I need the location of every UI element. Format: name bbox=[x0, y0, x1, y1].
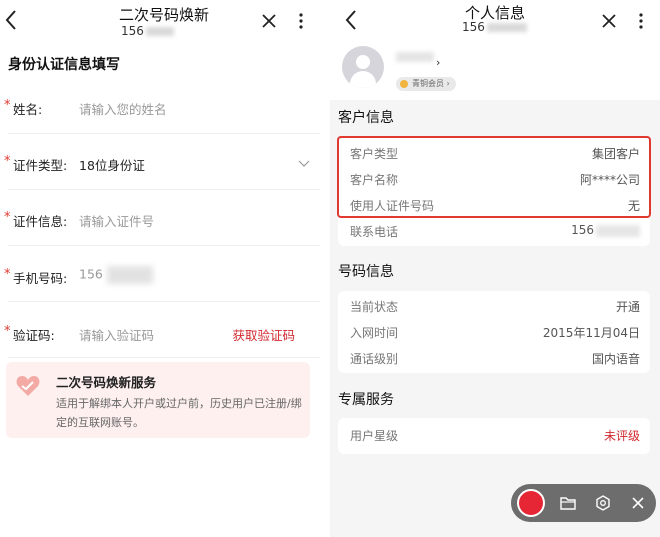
folder-icon[interactable] bbox=[559, 494, 577, 512]
required-mark: * bbox=[4, 154, 11, 169]
left-topbar: 二次号码焕新 156 bbox=[0, 0, 328, 40]
exclusive-section-title: 专属服务 bbox=[338, 392, 394, 408]
chevron-down-icon[interactable] bbox=[298, 160, 310, 168]
required-mark: * bbox=[4, 98, 11, 113]
id-type-select[interactable]: 18位身份证 bbox=[79, 155, 145, 174]
code-row[interactable]: * 验证码: 请输入验证码 获取验证码 bbox=[0, 302, 328, 358]
phone-label: 手机号码: bbox=[13, 271, 68, 286]
number-info-card: 当前状态 开通 入网时间 2015年11月04日 通话级别 国内语音 bbox=[338, 291, 650, 373]
settings-icon[interactable] bbox=[594, 494, 612, 512]
service-description: 适用于解绑本人开户或过户前，历史用户已注册/绑定的互联网账号。 bbox=[56, 397, 302, 429]
member-badge[interactable]: 青铜会员 › bbox=[396, 77, 456, 91]
left-screen: 二次号码焕新 156 身份认证信息填写 * 姓名: 请输入您的姓名 * 证件类型… bbox=[0, 0, 328, 537]
service-card[interactable]: 二次号码焕新服务 适用于解绑本人开户或过户前，历史用户已注册/绑定的互联网账号。 bbox=[6, 362, 310, 438]
id-number-input[interactable]: 请输入证件号 bbox=[79, 211, 154, 230]
avatar-icon[interactable] bbox=[342, 46, 384, 88]
get-code-button[interactable]: 获取验证码 bbox=[232, 325, 295, 344]
page-subtitle: 156 bbox=[462, 20, 527, 34]
code-label: 验证码: bbox=[13, 328, 55, 343]
id-type-label: 证件类型: bbox=[13, 158, 68, 173]
name-input[interactable]: 请输入您的姓名 bbox=[79, 99, 167, 118]
page-title: 二次号码焕新 bbox=[118, 6, 209, 24]
section-heading: 身份认证信息填写 bbox=[8, 57, 120, 73]
info-row: 当前状态 开通 bbox=[350, 300, 640, 314]
record-icon[interactable] bbox=[517, 489, 545, 517]
screen-record-toolbar[interactable] bbox=[511, 484, 656, 522]
number-section-title: 号码信息 bbox=[338, 264, 394, 280]
required-mark: * bbox=[4, 210, 11, 225]
service-heart-icon bbox=[16, 376, 40, 396]
id-number-label: 证件信息: bbox=[13, 214, 68, 229]
profile-section[interactable]: › 青铜会员 › bbox=[330, 40, 660, 98]
required-mark: * bbox=[4, 267, 11, 282]
divider bbox=[8, 357, 320, 358]
medal-icon bbox=[400, 80, 408, 88]
info-row: 用户星级 未评级 bbox=[350, 429, 640, 443]
required-mark: * bbox=[4, 324, 11, 339]
more-icon[interactable] bbox=[637, 12, 645, 30]
phone-row[interactable]: * 手机号码: 156 bbox=[0, 246, 328, 302]
customer-section-title: 客户信息 bbox=[338, 110, 394, 126]
info-row: 入网时间 2015年11月04日 bbox=[350, 326, 640, 340]
id-type-row[interactable]: * 证件类型: 18位身份证 bbox=[0, 134, 328, 190]
close-icon[interactable] bbox=[629, 494, 647, 512]
close-icon[interactable] bbox=[261, 13, 277, 29]
more-icon[interactable] bbox=[297, 12, 305, 30]
profile-chevron[interactable]: › bbox=[436, 56, 440, 69]
info-row: 联系电话 156 bbox=[338, 218, 650, 244]
code-input[interactable]: 请输入验证码 bbox=[79, 325, 154, 344]
id-number-row[interactable]: * 证件信息: 请输入证件号 bbox=[0, 190, 328, 246]
name-label: 姓名: bbox=[13, 102, 43, 117]
close-icon[interactable] bbox=[601, 13, 617, 29]
service-title: 二次号码焕新服务 bbox=[56, 375, 157, 390]
phone-input[interactable]: 156 bbox=[79, 266, 153, 284]
info-row: 通话级别 国内语音 bbox=[350, 352, 640, 366]
highlight-box bbox=[337, 136, 651, 218]
name-field-row[interactable]: * 姓名: 请输入您的姓名 bbox=[0, 78, 328, 134]
page-subtitle: 156 bbox=[121, 24, 174, 38]
exclusive-card: 用户星级 未评级 bbox=[338, 418, 650, 454]
right-screen: 个人信息 156 › 青铜会员 › 客户信息 客户类型集团客户 客户名称阿* bbox=[330, 0, 660, 537]
profile-name bbox=[396, 52, 434, 62]
